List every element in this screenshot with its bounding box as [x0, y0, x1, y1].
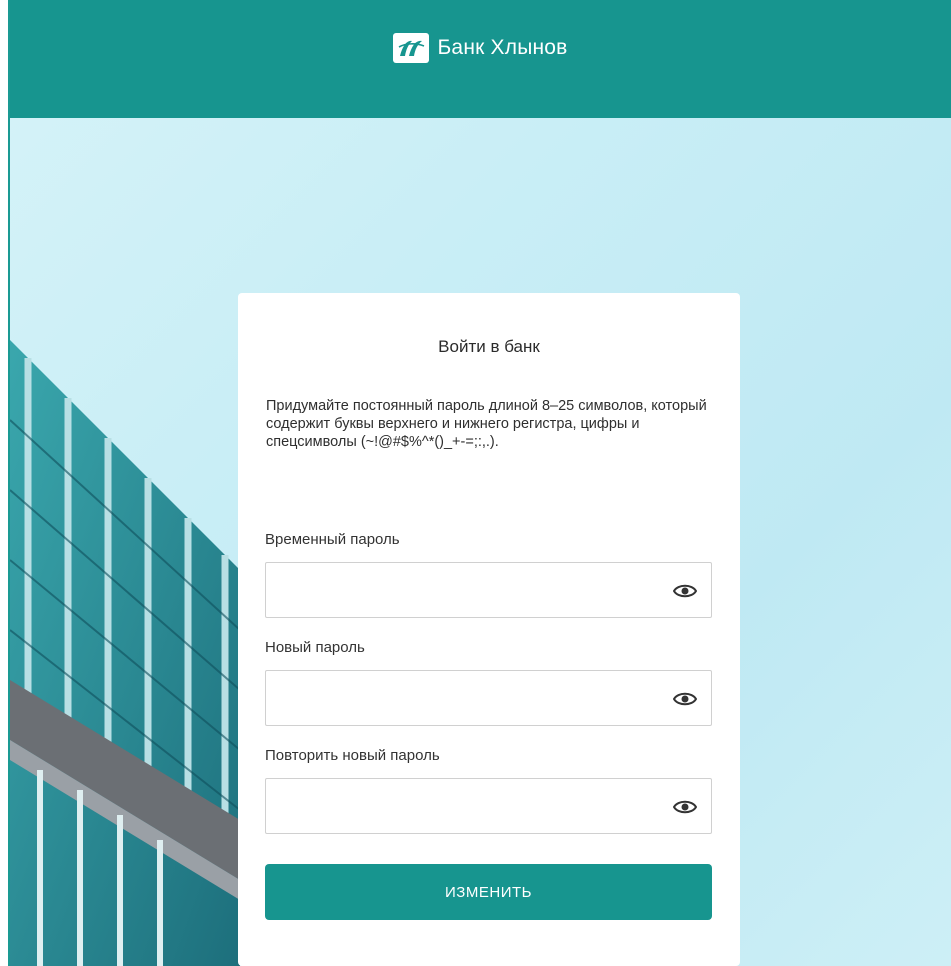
repeat-password-group: Повторить новый пароль [265, 747, 712, 834]
page-frame: Банк Хлынов Войти в банк Придумайте пост… [8, 0, 951, 966]
repeat-password-box [265, 778, 712, 834]
new-password-input[interactable] [266, 671, 711, 725]
temp-password-box [265, 562, 712, 618]
bank-name: Банк Хлынов [437, 36, 568, 59]
temp-password-group: Временный пароль [265, 531, 712, 618]
header-bar: Банк Хлынов [10, 0, 951, 118]
temp-password-label: Временный пароль [265, 531, 400, 548]
temp-password-input[interactable] [266, 563, 711, 617]
login-card: Войти в банк Придумайте постоянный парол… [238, 293, 740, 966]
building-image [10, 340, 241, 966]
card-title: Войти в банк [438, 337, 540, 356]
change-password-button[interactable]: ИЗМЕНИТЬ [265, 864, 712, 920]
eye-icon[interactable] [673, 797, 697, 817]
bank-logo[interactable]: Банк Хлынов [393, 33, 567, 63]
bank-logo-icon [393, 33, 430, 63]
new-password-group: Новый пароль [265, 639, 712, 726]
repeat-password-label: Повторить новый пароль [265, 747, 440, 764]
new-password-label: Новый пароль [265, 639, 365, 656]
password-hint: Придумайте постоянный пароль длиной 8–25… [266, 398, 707, 450]
eye-icon[interactable] [673, 689, 697, 709]
repeat-password-input[interactable] [266, 779, 711, 833]
new-password-box [265, 670, 712, 726]
eye-icon[interactable] [673, 581, 697, 601]
